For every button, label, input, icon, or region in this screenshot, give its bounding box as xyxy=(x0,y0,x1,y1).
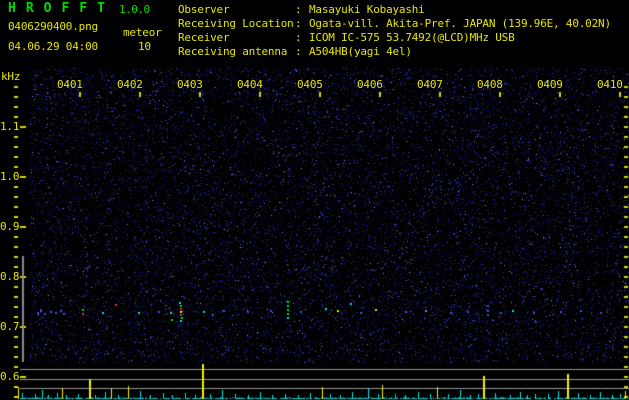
time-tick-label: 0405 xyxy=(297,78,323,91)
time-tick-label: 0410 xyxy=(597,78,623,91)
mode-label: meteor xyxy=(123,26,162,39)
info-label: Receiver xyxy=(178,31,230,44)
freq-tick-label: 0.7 xyxy=(0,320,20,333)
info-row: Receiving Location: Ogata-vill. Akita-Pre… xyxy=(178,17,611,31)
info-colon: : xyxy=(295,17,302,30)
time-tick-label: 0406 xyxy=(357,78,383,91)
output-filename: 0406290400.png xyxy=(8,20,98,33)
freq-tick-label: 0.8 xyxy=(0,270,20,283)
time-tick-label: 0402 xyxy=(117,78,143,91)
info-value: Masayuki Kobayashi xyxy=(309,3,425,16)
observation-datetime: 04.06.29 04:00 xyxy=(8,40,98,53)
freq-tick-label: 1.1 xyxy=(0,120,20,133)
app-version: 1.0.0 xyxy=(119,3,150,16)
time-tick-label: 0408 xyxy=(477,78,503,91)
info-label: Observer xyxy=(178,3,230,16)
freq-axis-unit: kHz xyxy=(1,70,21,83)
info-value: Ogata-vill. Akita-Pref. JAPAN (139.96E, … xyxy=(309,17,611,30)
time-tick-label: 0404 xyxy=(237,78,263,91)
hrofft-screen: HROFFT 1.0.0 0406290400.png meteor 04.06… xyxy=(0,0,629,400)
spectrogram-canvas xyxy=(0,0,629,400)
observer-info-block: Observer: Masayuki Kobayashi Receiving Loc… xyxy=(178,3,611,59)
info-colon: : xyxy=(295,31,302,44)
info-label: Receiving Location xyxy=(178,17,294,30)
info-row: Receiving antenna: A504HB(yagi 4el) xyxy=(178,45,611,59)
time-tick-label: 0409 xyxy=(537,78,563,91)
info-row: Observer: Masayuki Kobayashi xyxy=(178,3,611,17)
freq-tick-label: 1.0 xyxy=(0,170,20,183)
time-tick-label: 0407 xyxy=(417,78,443,91)
freq-tick-label: 0.6 xyxy=(0,370,20,383)
info-value: A504HB(yagi 4el) xyxy=(309,45,412,58)
info-label: Receiving antenna xyxy=(178,45,288,58)
time-tick-label: 0403 xyxy=(177,78,203,91)
freq-tick-label: 0.9 xyxy=(0,220,20,233)
info-colon: : xyxy=(295,45,302,58)
echo-count: 10 xyxy=(138,40,151,53)
time-tick-label: 0401 xyxy=(57,78,83,91)
info-colon: : xyxy=(295,3,302,16)
app-title: HROFFT xyxy=(8,1,115,16)
info-value: ICOM IC-575 53.7492(@LCD)MHz USB xyxy=(309,31,515,44)
info-row: Receiver: ICOM IC-575 53.7492(@LCD)MHz US… xyxy=(178,31,611,45)
